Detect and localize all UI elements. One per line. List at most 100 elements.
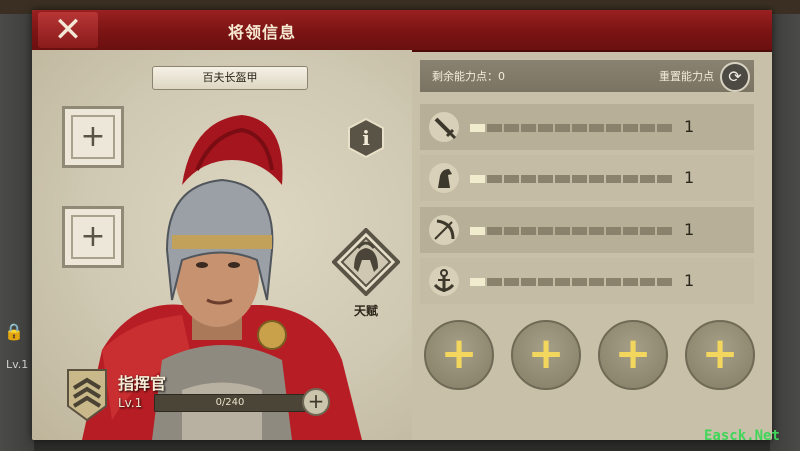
rank-chevron-icon [64, 368, 110, 422]
plus-icon: + [614, 328, 652, 379]
plus-icon: + [440, 328, 478, 379]
stat-bar-segment [521, 124, 536, 132]
stat-bar-segment [623, 175, 638, 183]
close-button[interactable]: ✕ [38, 12, 98, 48]
stat-bar-segment [504, 278, 519, 286]
stat-bar-segment [640, 175, 655, 183]
stat-level-bar [470, 175, 674, 183]
stat-bar-segment [606, 227, 621, 235]
stat-bar-segment [572, 278, 587, 286]
stat-bar-segment [487, 124, 502, 132]
stat-bar-segment [623, 278, 638, 286]
stat-bar-segment [606, 278, 621, 286]
reset-points-label: 重置能力点 [659, 70, 714, 83]
stat-bar-segment [538, 175, 553, 183]
stat-bar-segment [470, 278, 485, 286]
stat-bar-segment [538, 278, 553, 286]
stat-bar-segment [470, 227, 485, 235]
stat-row: 1 [420, 104, 754, 150]
stat-bar-segment [487, 175, 502, 183]
watermark-text: Easck.Net [704, 428, 780, 444]
add-stat-button-1[interactable]: + [424, 320, 494, 390]
stat-value: 1 [684, 271, 695, 290]
stat-bar-segment [657, 124, 672, 132]
stat-bar-segment [657, 175, 672, 183]
stat-bar-segment [623, 227, 638, 235]
stat-bar-segment [470, 124, 485, 132]
stat-row: 1 [420, 258, 754, 304]
stat-level-bar [470, 278, 674, 286]
plus-icon: + [527, 328, 565, 379]
info-icon: i [348, 117, 384, 159]
stat-bar-segment [521, 227, 536, 235]
stat-bar-segment [589, 175, 604, 183]
close-icon: ✕ [53, 10, 83, 50]
stat-bar-segment [640, 124, 655, 132]
background-level-label: Lv.1 [6, 358, 29, 371]
background-left-panel: 🔒 Lv.1 [0, 14, 34, 451]
stat-bar-segment [657, 227, 672, 235]
stat-bar-segment [657, 278, 672, 286]
stat-value: 1 [684, 168, 695, 187]
remaining-points-value: 0 [498, 70, 505, 83]
stat-bar-segment [555, 278, 570, 286]
stat-bar-segment [504, 124, 519, 132]
stat-bar-segment [470, 175, 485, 183]
bow-icon [429, 215, 459, 245]
stats-panel: 剩余能力点：0 重置能力点 ⟳ 1 1 1 1 + + + + [420, 50, 772, 440]
commander-portrait [82, 115, 362, 440]
stat-bar-segment [538, 227, 553, 235]
experience-text: 0/240 [215, 397, 245, 408]
stat-bar-segment [487, 227, 502, 235]
stat-bar-segment [623, 124, 638, 132]
stat-bar-segment [504, 175, 519, 183]
lock-icon: 🔒 [4, 322, 24, 341]
stat-bar-segment [504, 227, 519, 235]
stat-value: 1 [684, 117, 695, 136]
stat-bar-segment [606, 175, 621, 183]
stat-bar-segment [555, 175, 570, 183]
svg-text:i: i [362, 126, 370, 150]
remaining-points: 剩余能力点：0 [432, 68, 505, 84]
add-experience-button[interactable]: + [302, 388, 330, 416]
add-stat-button-2[interactable]: + [511, 320, 581, 390]
reset-points-button[interactable]: ⟳ [720, 62, 750, 92]
stat-bar-segment [589, 227, 604, 235]
remaining-points-label: 剩余能力点： [432, 70, 498, 83]
talent-label: 天赋 [353, 304, 378, 318]
stat-bar-segment [572, 124, 587, 132]
stat-row: 1 [420, 207, 754, 253]
experience-bar: 0/240 [154, 394, 306, 412]
stat-bar-segment [521, 175, 536, 183]
horse-icon [429, 163, 459, 193]
stat-bar-segment [572, 175, 587, 183]
talent-helmet-icon [331, 227, 401, 297]
stat-bar-segment [521, 278, 536, 286]
armor-name-label: 百夫长盔甲 [152, 66, 308, 90]
stat-level-bar [470, 227, 674, 235]
stat-bar-segment [487, 278, 502, 286]
plus-icon: + [701, 328, 739, 379]
dialog-title: 将领信息 [227, 23, 296, 42]
stat-bar-segment [589, 278, 604, 286]
rank-title: 指挥官 [118, 374, 167, 393]
stat-value: 1 [684, 220, 695, 239]
stat-bar-segment [640, 227, 655, 235]
talent-button[interactable] [331, 227, 401, 297]
stat-bar-segment [589, 124, 604, 132]
stat-bar-segment [555, 124, 570, 132]
anchor-icon [429, 266, 459, 296]
dialog-header: ✕ 将领信息 [32, 10, 772, 52]
ability-points-bar: 剩余能力点：0 重置能力点 ⟳ [420, 60, 754, 92]
stat-level-bar [470, 124, 674, 132]
level-label: Lv.1 [118, 396, 143, 410]
stat-bar-segment [640, 278, 655, 286]
stat-row: 1 [420, 155, 754, 201]
info-button[interactable]: i [346, 117, 386, 159]
add-stat-button-3[interactable]: + [598, 320, 668, 390]
sword-icon [429, 112, 459, 142]
portrait-panel: 百夫长盔甲 + + i 天赋 指挥官 Lv.1 0/240 + [32, 50, 412, 440]
stat-bar-segment [538, 124, 553, 132]
add-stat-button-4[interactable]: + [685, 320, 755, 390]
background-right-panel [770, 14, 800, 451]
